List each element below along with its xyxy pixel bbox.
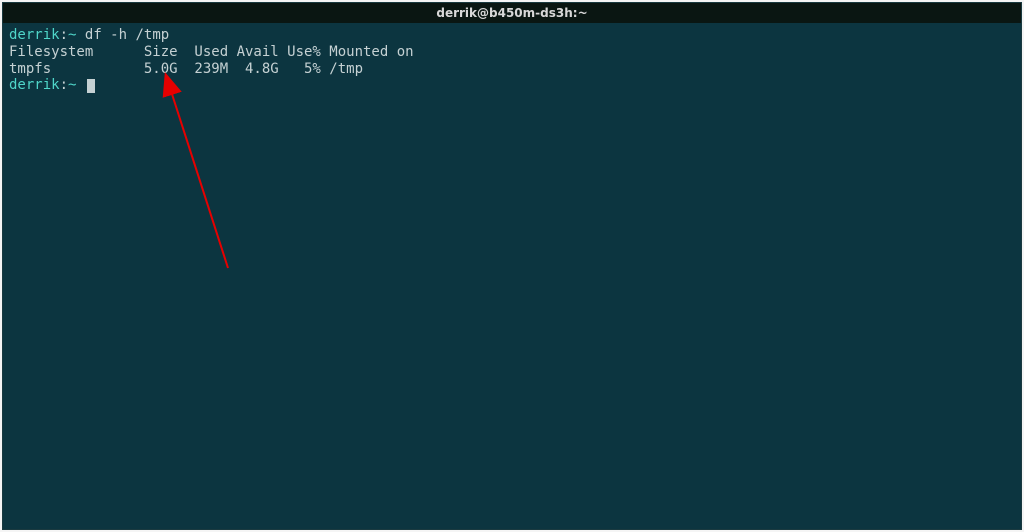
arrow-line [171, 91, 228, 268]
prompt-user: derrik [9, 27, 60, 43]
prompt-path: ~ [68, 27, 76, 43]
window-titlebar[interactable]: derrik@b450m-ds3h:~ [3, 3, 1021, 23]
prompt-separator: : [60, 27, 68, 43]
arrow-annotation [153, 73, 273, 288]
prompt-separator: : [60, 77, 68, 93]
prompt-path: ~ [68, 77, 76, 93]
terminal-window: derrik@b450m-ds3h:~ derrik:~ df -h /tmp … [2, 2, 1022, 530]
command-text: df -h /tmp [85, 27, 169, 43]
prompt-line-2: derrik:~ [9, 77, 1015, 94]
prompt-user: derrik [9, 77, 60, 93]
terminal-cursor [87, 79, 95, 93]
terminal-body[interactable]: derrik:~ df -h /tmp Filesystem Size Used… [3, 23, 1021, 529]
window-title: derrik@b450m-ds3h:~ [436, 6, 587, 20]
output-row: tmpfs 5.0G 239M 4.8G 5% /tmp [9, 61, 1015, 78]
prompt-line-1: derrik:~ df -h /tmp [9, 27, 1015, 44]
output-header: Filesystem Size Used Avail Use% Mounted … [9, 44, 1015, 61]
